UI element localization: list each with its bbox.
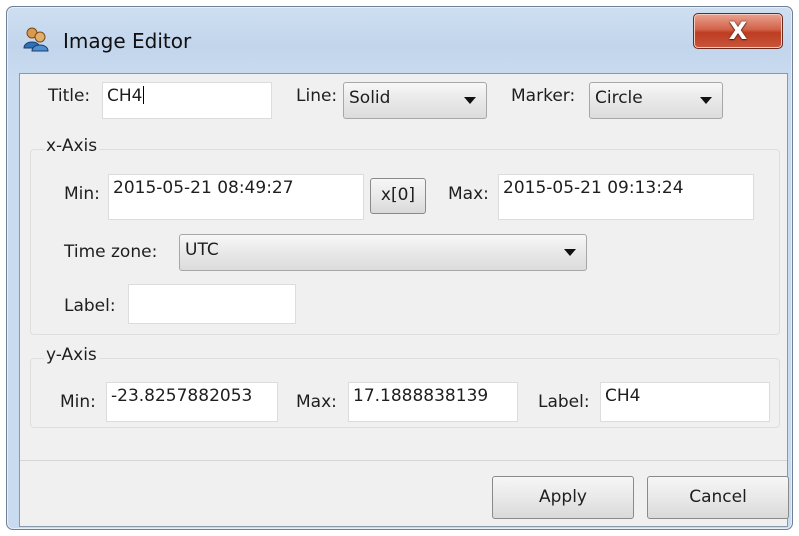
y-axis-group-title: y-Axis	[44, 345, 99, 365]
x-max-value: 2015-05-21 09:13:24	[503, 178, 684, 198]
close-button[interactable]: X	[693, 13, 783, 49]
line-style-value: Solid	[349, 88, 391, 108]
y-label-label: Label:	[538, 392, 590, 412]
title-bar[interactable]: Image Editor X	[7, 7, 792, 73]
cancel-button-label: Cancel	[689, 487, 747, 507]
title-value: CH4	[107, 86, 143, 106]
marker-select[interactable]: Circle	[589, 82, 723, 119]
users-icon	[23, 27, 49, 52]
x-min-field[interactable]: 2015-05-21 08:49:27	[108, 174, 364, 220]
y-min-value: -23.8257882053	[111, 386, 253, 406]
chevron-down-icon	[564, 249, 576, 256]
text-caret	[143, 86, 145, 104]
line-style-select[interactable]: Solid	[343, 82, 487, 119]
timezone-value: UTC	[185, 240, 219, 260]
window-title: Image Editor	[63, 29, 192, 53]
timezone-label: Time zone:	[64, 242, 158, 262]
chevron-down-icon	[700, 97, 712, 104]
timezone-select[interactable]: UTC	[179, 234, 587, 271]
x0-button-label: x[0]	[380, 185, 416, 205]
image-editor-window: Image Editor X Title: CH4 Line: Solid Ma…	[6, 6, 793, 530]
close-icon: X	[728, 17, 748, 45]
apply-button[interactable]: Apply	[492, 476, 634, 519]
chevron-down-icon	[464, 97, 476, 104]
x0-button[interactable]: x[0]	[370, 178, 426, 214]
y-min-label: Min:	[60, 392, 96, 412]
x-max-label: Max:	[448, 184, 489, 204]
marker-value: Circle	[595, 88, 643, 108]
x-label-label: Label:	[64, 296, 116, 316]
cancel-button[interactable]: Cancel	[647, 476, 789, 519]
marker-label: Marker:	[511, 86, 576, 106]
dialog-body: Title: CH4 Line: Solid Marker: Circle x-…	[19, 73, 789, 527]
x-min-label: Min:	[64, 184, 100, 204]
x-max-field[interactable]: 2015-05-21 09:13:24	[498, 174, 754, 220]
title-field[interactable]: CH4	[102, 82, 272, 119]
y-min-field[interactable]: -23.8257882053	[106, 382, 278, 422]
button-separator	[20, 460, 787, 461]
line-label: Line:	[296, 86, 338, 106]
y-label-field[interactable]: CH4	[600, 382, 770, 422]
y-label-value: CH4	[605, 386, 641, 406]
title-label: Title:	[48, 86, 91, 106]
apply-button-label: Apply	[539, 487, 587, 507]
y-max-field[interactable]: 17.1888838139	[348, 382, 518, 422]
x-label-field[interactable]	[128, 284, 296, 324]
y-max-value: 17.1888838139	[353, 386, 489, 406]
x-axis-group-title: x-Axis	[44, 136, 100, 156]
y-max-label: Max:	[296, 392, 337, 412]
x-min-value: 2015-05-21 08:49:27	[113, 178, 294, 198]
